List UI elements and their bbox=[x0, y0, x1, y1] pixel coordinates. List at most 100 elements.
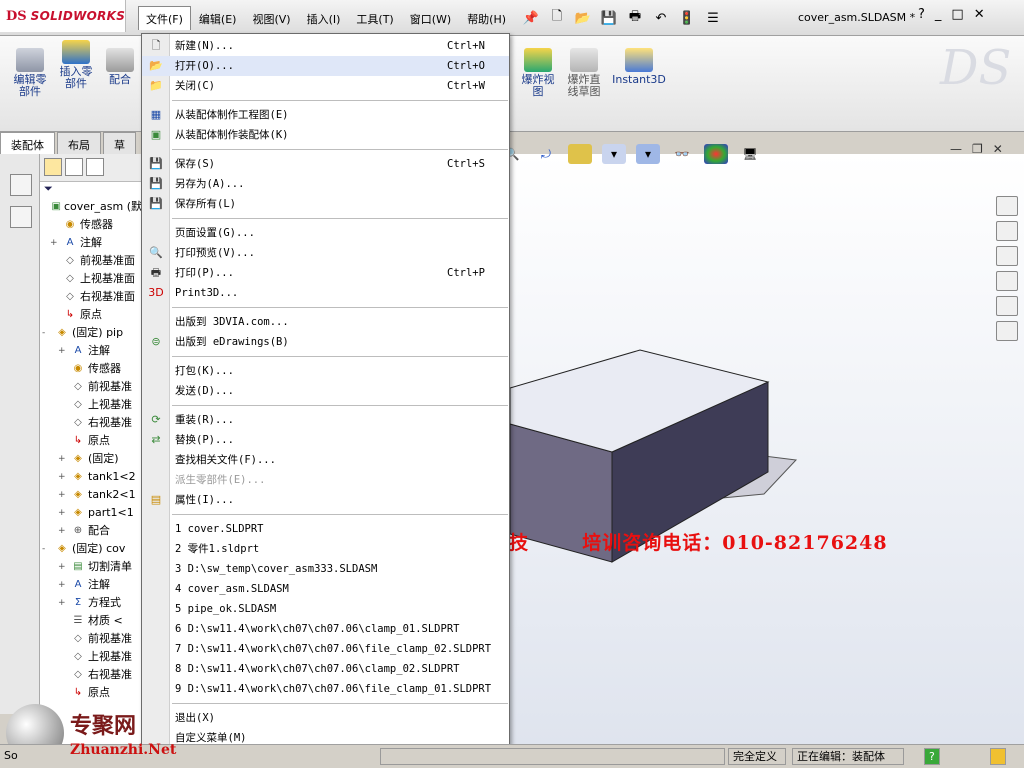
expand-icon[interactable]: + bbox=[58, 468, 68, 486]
new-doc-icon[interactable]: 🗋 bbox=[548, 9, 566, 27]
expand-icon[interactable]: + bbox=[58, 558, 68, 576]
file-menu-item[interactable]: 5 pipe_ok.SLDASM bbox=[142, 599, 509, 619]
tree-item[interactable]: + A 注解 bbox=[40, 234, 142, 252]
sketch-icon[interactable] bbox=[10, 174, 32, 196]
custom-properties-icon[interactable] bbox=[996, 321, 1018, 341]
mate-button[interactable]: 配合 bbox=[100, 48, 140, 86]
tree-item[interactable]: + A 注解 bbox=[40, 342, 142, 360]
design-library-icon[interactable] bbox=[996, 221, 1018, 241]
viewport-close-button[interactable]: ✕ bbox=[993, 142, 1003, 156]
tree-item[interactable]: + ⊕ 配合 bbox=[40, 522, 142, 540]
expand-icon[interactable]: + bbox=[58, 594, 68, 612]
help-button[interactable]: ? bbox=[918, 7, 925, 22]
file-menu-item[interactable]: ⇄ 替换(P)... bbox=[142, 430, 509, 450]
file-menu-item[interactable]: ▦ 从装配体制作工程图(E) bbox=[142, 105, 509, 125]
tab-2[interactable]: 草 bbox=[103, 132, 136, 154]
tree-item[interactable]: ◇ 前视基准面 bbox=[40, 252, 142, 270]
explode-line-sketch-button[interactable]: 爆炸直 线草图 bbox=[562, 48, 606, 98]
tree-item[interactable]: ◉ 传感器 bbox=[40, 216, 142, 234]
section-view-icon[interactable] bbox=[568, 144, 592, 164]
file-menu-item[interactable]: 📂 打开(O)... Ctrl+O bbox=[142, 56, 509, 76]
tree-item[interactable]: + ▤ 切割清单 bbox=[40, 558, 142, 576]
smart-dimension-icon[interactable] bbox=[10, 206, 32, 228]
menu-insert[interactable]: 插入(I) bbox=[299, 6, 349, 30]
pin-icon[interactable]: 📌 bbox=[522, 9, 540, 27]
previous-view-icon[interactable]: ⤾ bbox=[534, 144, 558, 164]
tree-item[interactable]: + ◈ tank2<1 bbox=[40, 486, 142, 504]
file-menu-item[interactable]: 3D Print3D... bbox=[142, 283, 509, 303]
edit-component-button[interactable]: 编辑零 部件 bbox=[8, 48, 52, 98]
file-menu-item[interactable]: 2 零件1.sldprt bbox=[142, 539, 509, 559]
open-folder-icon[interactable]: 📂 bbox=[574, 9, 592, 27]
graphics-area[interactable] bbox=[510, 154, 1024, 744]
tree-item[interactable]: + A 注解 bbox=[40, 576, 142, 594]
file-menu-item[interactable]: 9 D:\sw11.4\work\ch07\ch07.06\file_clamp… bbox=[142, 679, 509, 699]
instant3d-button[interactable]: Instant3D bbox=[612, 48, 666, 86]
collapse-icon[interactable]: - bbox=[42, 540, 52, 558]
file-menu-item[interactable]: 🖶 打印(P)... Ctrl+P bbox=[142, 263, 509, 283]
menu-view[interactable]: 视图(V) bbox=[244, 6, 298, 30]
scene-icon[interactable]: 🖥 bbox=[738, 144, 762, 164]
file-menu-item[interactable]: 💾 保存所有(L) bbox=[142, 194, 509, 214]
file-menu-item[interactable]: 1 cover.SLDPRT bbox=[142, 519, 509, 539]
viewport-restore-button[interactable]: ❐ bbox=[972, 142, 983, 156]
collapse-icon[interactable]: - bbox=[42, 324, 52, 342]
expand-icon[interactable]: + bbox=[58, 342, 68, 360]
tree-item[interactable]: ↳ 原点 bbox=[40, 684, 142, 702]
file-menu-item[interactable]: ⊜ 出版到 eDrawings(B) bbox=[142, 332, 509, 352]
feature-manager-tab-icon[interactable] bbox=[44, 158, 62, 176]
save-icon[interactable]: 💾 bbox=[600, 9, 618, 27]
tree-item[interactable]: - ◈ (固定) cov bbox=[40, 540, 142, 558]
file-menu-item[interactable]: 4 cover_asm.SLDASM bbox=[142, 579, 509, 599]
expand-icon[interactable]: + bbox=[58, 504, 68, 522]
expand-icon[interactable]: + bbox=[58, 486, 68, 504]
tab-0[interactable]: 装配体 bbox=[0, 132, 55, 154]
tree-item[interactable]: ◇ 前视基准 bbox=[40, 630, 142, 648]
menu-tools[interactable]: 工具(T) bbox=[348, 6, 401, 30]
file-menu-item[interactable]: 查找相关文件(F)... bbox=[142, 450, 509, 470]
file-menu-item[interactable]: ▤ 属性(I)... bbox=[142, 490, 509, 510]
tree-item[interactable]: ↳ 原点 bbox=[40, 306, 142, 324]
options-icon[interactable]: ☰ bbox=[704, 9, 722, 27]
menu-edit[interactable]: 编辑(E) bbox=[191, 6, 245, 30]
tree-item[interactable]: ◇ 前视基准 bbox=[40, 378, 142, 396]
tag-icon[interactable] bbox=[990, 748, 1006, 765]
expand-icon[interactable]: + bbox=[58, 522, 68, 540]
display-style-icon[interactable]: ▾ bbox=[636, 144, 660, 164]
file-explorer-icon[interactable] bbox=[996, 246, 1018, 266]
file-menu-item[interactable]: 6 D:\sw11.4\work\ch07\ch07.06\clamp_01.S… bbox=[142, 619, 509, 639]
undo-icon[interactable]: ↶ bbox=[652, 9, 670, 27]
file-menu-item[interactable]: 🗋 新建(N)... Ctrl+N bbox=[142, 36, 509, 56]
tree-item[interactable]: ◇ 上视基准 bbox=[40, 648, 142, 666]
hide-show-icon[interactable]: 👓 bbox=[670, 144, 694, 164]
file-menu-item[interactable]: 🔍 打印预览(V)... bbox=[142, 243, 509, 263]
minimize-button[interactable]: _ bbox=[935, 7, 942, 22]
file-menu-item[interactable]: 发送(D)... bbox=[142, 381, 509, 401]
file-menu-item[interactable]: 📁 关闭(C) Ctrl+W bbox=[142, 76, 509, 96]
maximize-button[interactable]: □ bbox=[951, 7, 963, 22]
file-menu-item[interactable]: 出版到 3DVIA.com... bbox=[142, 312, 509, 332]
rebuild-icon[interactable]: 🚦 bbox=[678, 9, 696, 27]
viewport-minimize-button[interactable]: — bbox=[950, 142, 962, 156]
expand-icon[interactable]: + bbox=[50, 234, 60, 252]
tree-item[interactable]: + ◈ (固定) bbox=[40, 450, 142, 468]
file-menu-item[interactable]: 打包(K)... bbox=[142, 361, 509, 381]
print-icon[interactable]: 🖶 bbox=[626, 9, 644, 27]
appearance-icon[interactable] bbox=[704, 144, 728, 164]
close-button[interactable]: ✕ bbox=[974, 7, 985, 22]
tree-item[interactable]: ◇ 右视基准 bbox=[40, 666, 142, 684]
expand-icon[interactable]: + bbox=[58, 450, 68, 468]
file-menu-item[interactable]: 7 D:\sw11.4\work\ch07\ch07.06\file_clamp… bbox=[142, 639, 509, 659]
appearances-icon[interactable] bbox=[996, 296, 1018, 316]
tree-item[interactable]: ◇ 右视基准面 bbox=[40, 288, 142, 306]
tree-item[interactable]: ◇ 上视基准 bbox=[40, 396, 142, 414]
exploded-view-button[interactable]: 爆炸视 图 bbox=[516, 48, 560, 98]
file-menu-item[interactable]: 3 D:\sw_temp\cover_asm333.SLDASM bbox=[142, 559, 509, 579]
solidworks-logo[interactable]: DS SOLIDWORKS bbox=[0, 0, 126, 32]
property-manager-tab-icon[interactable] bbox=[65, 158, 83, 176]
tree-item[interactable]: ◉ 传感器 bbox=[40, 360, 142, 378]
menu-help[interactable]: 帮助(H) bbox=[459, 6, 514, 30]
tab-1[interactable]: 布局 bbox=[57, 132, 101, 154]
file-menu-item[interactable]: 8 D:\sw11.4\work\ch07\ch07.06\clamp_02.S… bbox=[142, 659, 509, 679]
tree-item[interactable]: ↳ 原点 bbox=[40, 432, 142, 450]
